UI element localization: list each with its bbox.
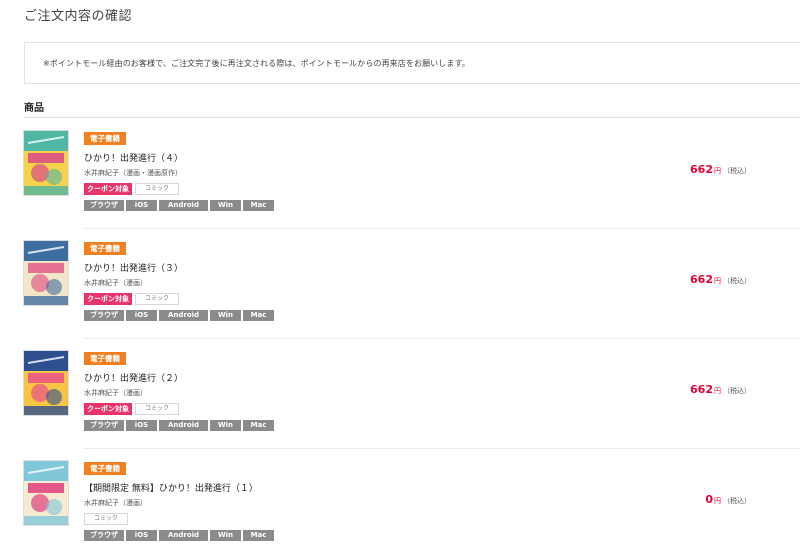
- coupon-badge: クーポン対象: [84, 293, 132, 305]
- ebook-badge: 電子書籍: [84, 242, 126, 255]
- platform-row: ブラウザ iOS Android Win Mac: [84, 310, 276, 321]
- platform-badge: Win: [210, 310, 241, 321]
- platform-badge: iOS: [126, 420, 157, 431]
- platform-badge: ブラウザ: [84, 310, 124, 321]
- platform-badge: iOS: [126, 310, 157, 321]
- price-amount: 662: [690, 383, 713, 396]
- price-amount: 0: [705, 493, 713, 506]
- item-price: 662円 （税込）: [690, 158, 751, 177]
- platform-badge: ブラウザ: [84, 420, 124, 431]
- item-author: 水井麻紀子（漫画）: [84, 279, 147, 287]
- section-heading: 商品: [24, 103, 44, 114]
- platform-badge: iOS: [126, 530, 157, 541]
- point-mall-notice: ※ポイントモール経由のお客様で、ご注文完了後に再注文される際は、ポイントモールか…: [24, 42, 800, 84]
- price-currency: 円: [714, 497, 721, 505]
- platform-badge: Win: [210, 200, 241, 211]
- platform-badge: Android: [159, 310, 208, 321]
- notice-text: ※ポイントモール経由のお客様で、ご注文完了後に再注文される際は、ポイントモールか…: [43, 59, 470, 68]
- section-rule: [24, 117, 800, 118]
- platform-badge: Mac: [243, 420, 274, 431]
- item-price: 662円 （税込）: [690, 268, 751, 287]
- book-cover-image[interactable]: [24, 461, 68, 525]
- price-currency: 円: [714, 167, 721, 175]
- ebook-badge: 電子書籍: [84, 352, 126, 365]
- item-price: 0円 （税込）: [705, 488, 751, 507]
- platform-badge: Mac: [243, 200, 274, 211]
- platform-badge: ブラウザ: [84, 200, 124, 211]
- tag-row: コミック: [84, 513, 129, 525]
- tag-row: クーポン対象 コミック: [84, 403, 180, 415]
- ebook-badge: 電子書籍: [84, 132, 126, 145]
- coupon-badge: クーポン対象: [84, 403, 132, 415]
- tag-row: クーポン対象 コミック: [84, 183, 180, 195]
- platform-badge: iOS: [126, 200, 157, 211]
- platform-badge: Android: [159, 420, 208, 431]
- platform-badge: Mac: [243, 310, 274, 321]
- platform-badge: Android: [159, 530, 208, 541]
- item-author: 水井麻紀子（漫画）: [84, 499, 147, 507]
- page-title: ご注文内容の確認: [24, 9, 133, 24]
- genre-tag: コミック: [135, 293, 180, 305]
- genre-tag: コミック: [84, 513, 129, 525]
- item-title[interactable]: 【期間限定 無料】ひかり！出発進行（１）: [84, 481, 258, 494]
- platform-badge: ブラウザ: [84, 530, 124, 541]
- tax-label: （税込）: [723, 167, 751, 175]
- book-cover-image[interactable]: [24, 351, 68, 415]
- book-cover-image[interactable]: [24, 241, 68, 305]
- platform-badge: Win: [210, 530, 241, 541]
- tag-row: クーポン対象 コミック: [84, 293, 180, 305]
- platform-row: ブラウザ iOS Android Win Mac: [84, 420, 276, 431]
- order-item: 電子書籍 ひかり！出発進行（３） 水井麻紀子（漫画） クーポン対象 コミック ブラ…: [0, 229, 800, 339]
- order-item: 電子書籍 ひかり！出発進行（４） 水井麻紀子（漫画・漫画原作） クーポン対象 コミ…: [0, 119, 800, 229]
- genre-tag: コミック: [135, 403, 180, 415]
- platform-row: ブラウザ iOS Android Win Mac: [84, 200, 276, 211]
- genre-tag: コミック: [135, 183, 180, 195]
- platform-badge: Mac: [243, 530, 274, 541]
- item-title[interactable]: ひかり！出発進行（４）: [84, 151, 183, 164]
- item-author: 水井麻紀子（漫画）: [84, 389, 147, 397]
- platform-badge: Win: [210, 420, 241, 431]
- price-amount: 662: [690, 163, 713, 176]
- price-currency: 円: [714, 387, 721, 395]
- book-cover-image[interactable]: [24, 131, 68, 195]
- item-author: 水井麻紀子（漫画・漫画原作）: [84, 169, 182, 177]
- platform-row: ブラウザ iOS Android Win Mac: [84, 530, 276, 541]
- coupon-badge: クーポン対象: [84, 183, 132, 195]
- tax-label: （税込）: [723, 277, 751, 285]
- tax-label: （税込）: [723, 387, 751, 395]
- ebook-badge: 電子書籍: [84, 462, 126, 475]
- order-item: 電子書籍 【期間限定 無料】ひかり！出発進行（１） 水井麻紀子（漫画） コミック…: [0, 449, 800, 559]
- item-title[interactable]: ひかり！出発進行（２）: [84, 371, 183, 384]
- price-amount: 662: [690, 273, 713, 286]
- item-price: 662円 （税込）: [690, 378, 751, 397]
- price-currency: 円: [714, 277, 721, 285]
- tax-label: （税込）: [723, 497, 751, 505]
- item-title[interactable]: ひかり！出発進行（３）: [84, 261, 183, 274]
- order-item: 電子書籍 ひかり！出発進行（２） 水井麻紀子（漫画） クーポン対象 コミック ブラ…: [0, 339, 800, 449]
- platform-badge: Android: [159, 200, 208, 211]
